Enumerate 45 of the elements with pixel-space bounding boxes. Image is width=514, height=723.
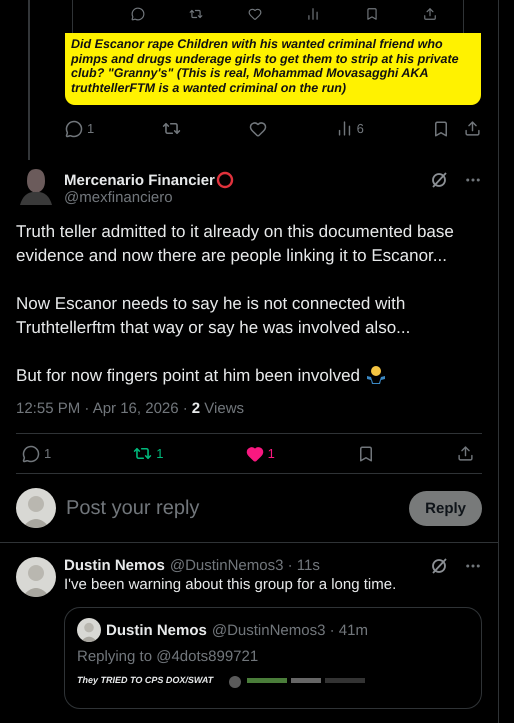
share-button[interactable] [456, 445, 474, 462]
author-handle[interactable]: @DustinNemos3 · 11s [170, 557, 320, 574]
timestamp[interactable]: 12:55 PM · Apr 16, 2026 · [16, 400, 188, 417]
quoted-post[interactable]: Dustin Nemos @DustinNemos3 · 41m Replying to @4dots899721 They TRIED TO CPS DOX/SWAT [64, 607, 482, 709]
ring-icon [216, 171, 234, 189]
reply-field[interactable]: Post your reply [64, 496, 402, 520]
repost-icon [189, 7, 204, 21]
repost-button[interactable]: 1 [133, 444, 164, 463]
reply-button[interactable]: 1 [22, 444, 52, 462]
reply-icon [65, 120, 83, 138]
heart-icon [246, 444, 264, 462]
heart-icon [249, 120, 268, 138]
like-button[interactable]: 1 [246, 444, 275, 462]
avatar[interactable] [16, 488, 56, 528]
image-caption: Did Escanor rape Children with his wanted criminal friend who pimps and drugs underage girls to get them to strip at his private club? "Granny's" (This is real, Mohammad Movasagghi AKA truthtellerFTM is a wanted criminal on the run) [65, 33, 481, 105]
bookmark-icon [364, 7, 379, 21]
views-icon [306, 7, 320, 21]
reply-button[interactable]: 1 [65, 120, 94, 138]
reply-icon [22, 444, 40, 462]
share-icon [464, 120, 481, 137]
author-name[interactable]: Mercenario Financier [64, 172, 215, 188]
post-text: Now Escanor needs to say he is not connected with Truthtellerftm that way or say he was involved also... [16, 293, 412, 339]
author-handle[interactable]: @mexfinanciero [64, 189, 422, 206]
avatar[interactable] [77, 618, 101, 642]
replying-to: Replying to @4dots899721 [77, 648, 260, 665]
share-icon [422, 7, 437, 21]
reply-button[interactable]: Reply [409, 490, 482, 526]
views-button[interactable]: 6 [336, 120, 364, 137]
media-text: They TRIED TO CPS DOX/SWAT [77, 675, 214, 685]
heart-icon [248, 7, 262, 21]
author-name[interactable]: Dustin Nemos [106, 622, 207, 638]
slashed-circle-icon[interactable] [430, 557, 448, 575]
author-name[interactable]: Dustin Nemos [64, 557, 165, 574]
view-count: 2 Views [192, 400, 244, 417]
like-button[interactable] [249, 120, 268, 138]
reply-icon [131, 7, 145, 21]
shrug-icon [366, 364, 386, 384]
author-handle[interactable]: @DustinNemos3 · 41m [212, 622, 368, 638]
post-text: But for now fingers point at him been involved [16, 364, 482, 388]
reply-text: I've been warning about this group for a long time. [64, 576, 398, 593]
post-text: Truth teller admitted to it already on this documented base evidence and now there are people linking it to Escanor... [16, 221, 455, 267]
share-icon [456, 445, 474, 462]
share-button[interactable] [464, 120, 481, 137]
avatar[interactable] [16, 557, 56, 597]
slashed-circle-icon[interactable] [430, 171, 448, 189]
